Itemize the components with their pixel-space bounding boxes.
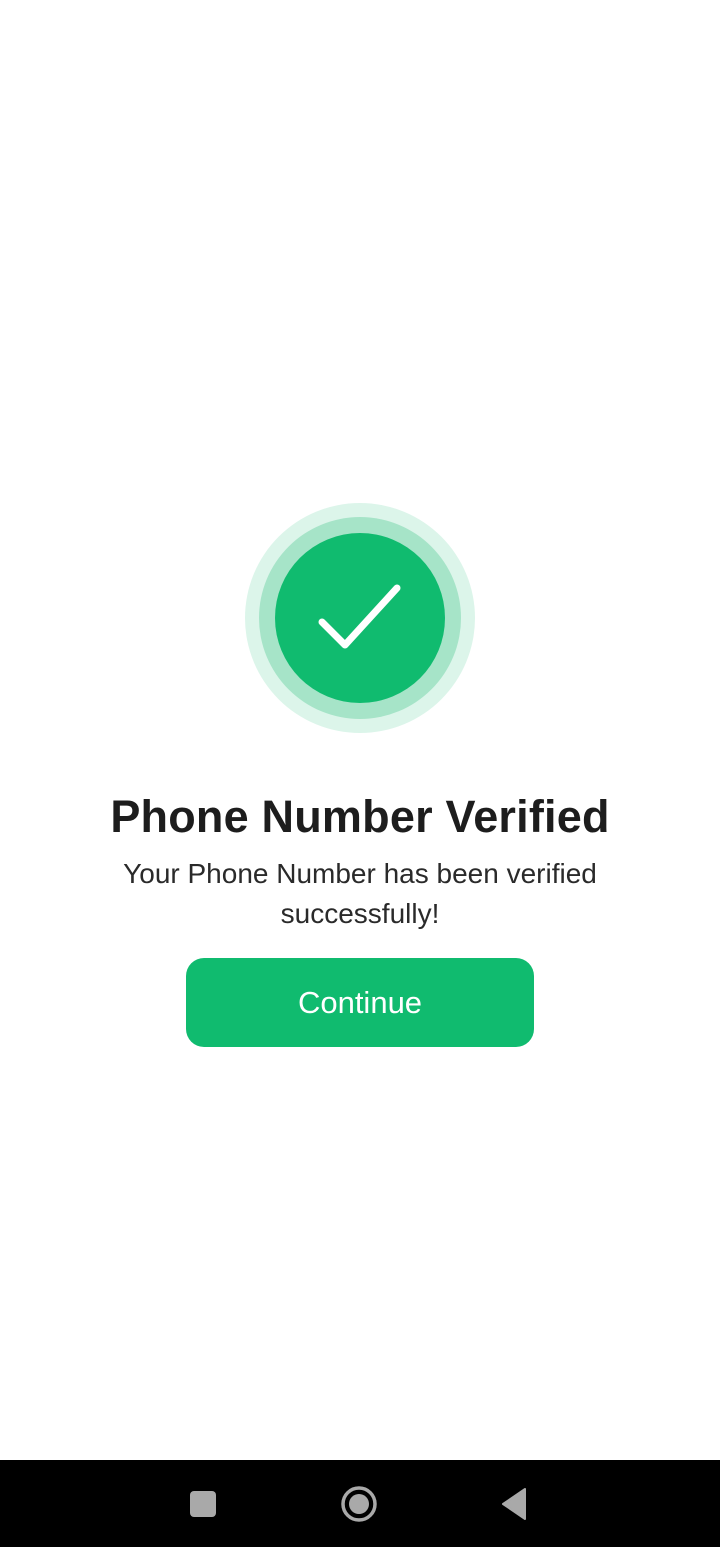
circle-icon bbox=[341, 1485, 377, 1522]
triangle-back-icon bbox=[502, 1487, 526, 1520]
success-badge bbox=[245, 503, 475, 733]
recents-button[interactable] bbox=[163, 1460, 243, 1547]
check-icon bbox=[245, 503, 475, 733]
system-navigation-bar bbox=[0, 1460, 720, 1547]
badge-core bbox=[275, 533, 445, 703]
verification-success-screen: Phone Number Verified Your Phone Number … bbox=[0, 0, 720, 1547]
back-button[interactable] bbox=[475, 1460, 555, 1547]
square-icon bbox=[190, 1490, 216, 1517]
continue-button[interactable]: Continue bbox=[186, 958, 534, 1047]
home-button[interactable] bbox=[319, 1460, 399, 1547]
page-title: Phone Number Verified bbox=[110, 791, 610, 842]
success-message: Your Phone Number has been verified succ… bbox=[123, 858, 597, 929]
